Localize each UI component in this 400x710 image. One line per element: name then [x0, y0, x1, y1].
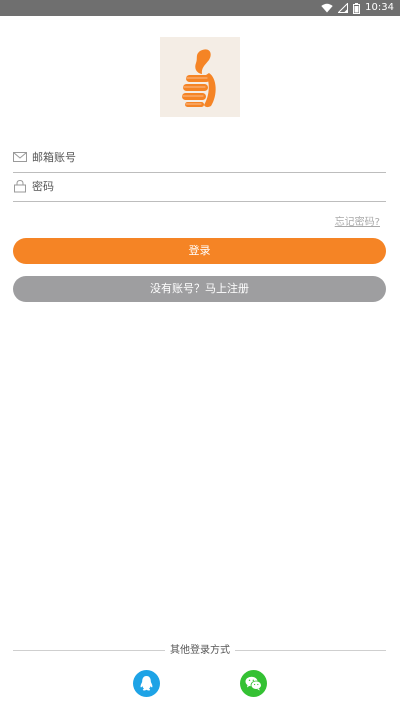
status-time: 10:34	[365, 2, 394, 13]
email-input[interactable]	[32, 147, 372, 167]
thumbs-up-logo-icon	[182, 49, 216, 108]
other-login-title-text: 其他登录方式	[165, 645, 235, 656]
login-button[interactable]: 登录	[13, 238, 386, 264]
forgot-password-link[interactable]: 忘记密码?	[335, 213, 380, 228]
mail-icon	[13, 152, 27, 162]
wechat-icon	[245, 676, 262, 691]
register-button[interactable]: 没有账号？马上注册	[13, 276, 386, 302]
signal-icon	[338, 3, 349, 13]
battery-icon	[353, 2, 361, 14]
lock-icon	[14, 179, 26, 193]
other-login-title: 其他登录方式	[0, 644, 400, 657]
password-field-row	[13, 173, 386, 202]
status-bar: 10:34	[0, 0, 400, 16]
qq-icon	[140, 676, 153, 691]
wechat-login-button[interactable]	[240, 670, 267, 697]
email-field-row	[13, 144, 386, 173]
qq-login-button[interactable]	[133, 670, 160, 697]
wifi-icon	[321, 3, 333, 13]
app-logo	[160, 37, 240, 117]
status-icons: 10:34	[321, 0, 394, 16]
password-input[interactable]	[32, 176, 372, 196]
